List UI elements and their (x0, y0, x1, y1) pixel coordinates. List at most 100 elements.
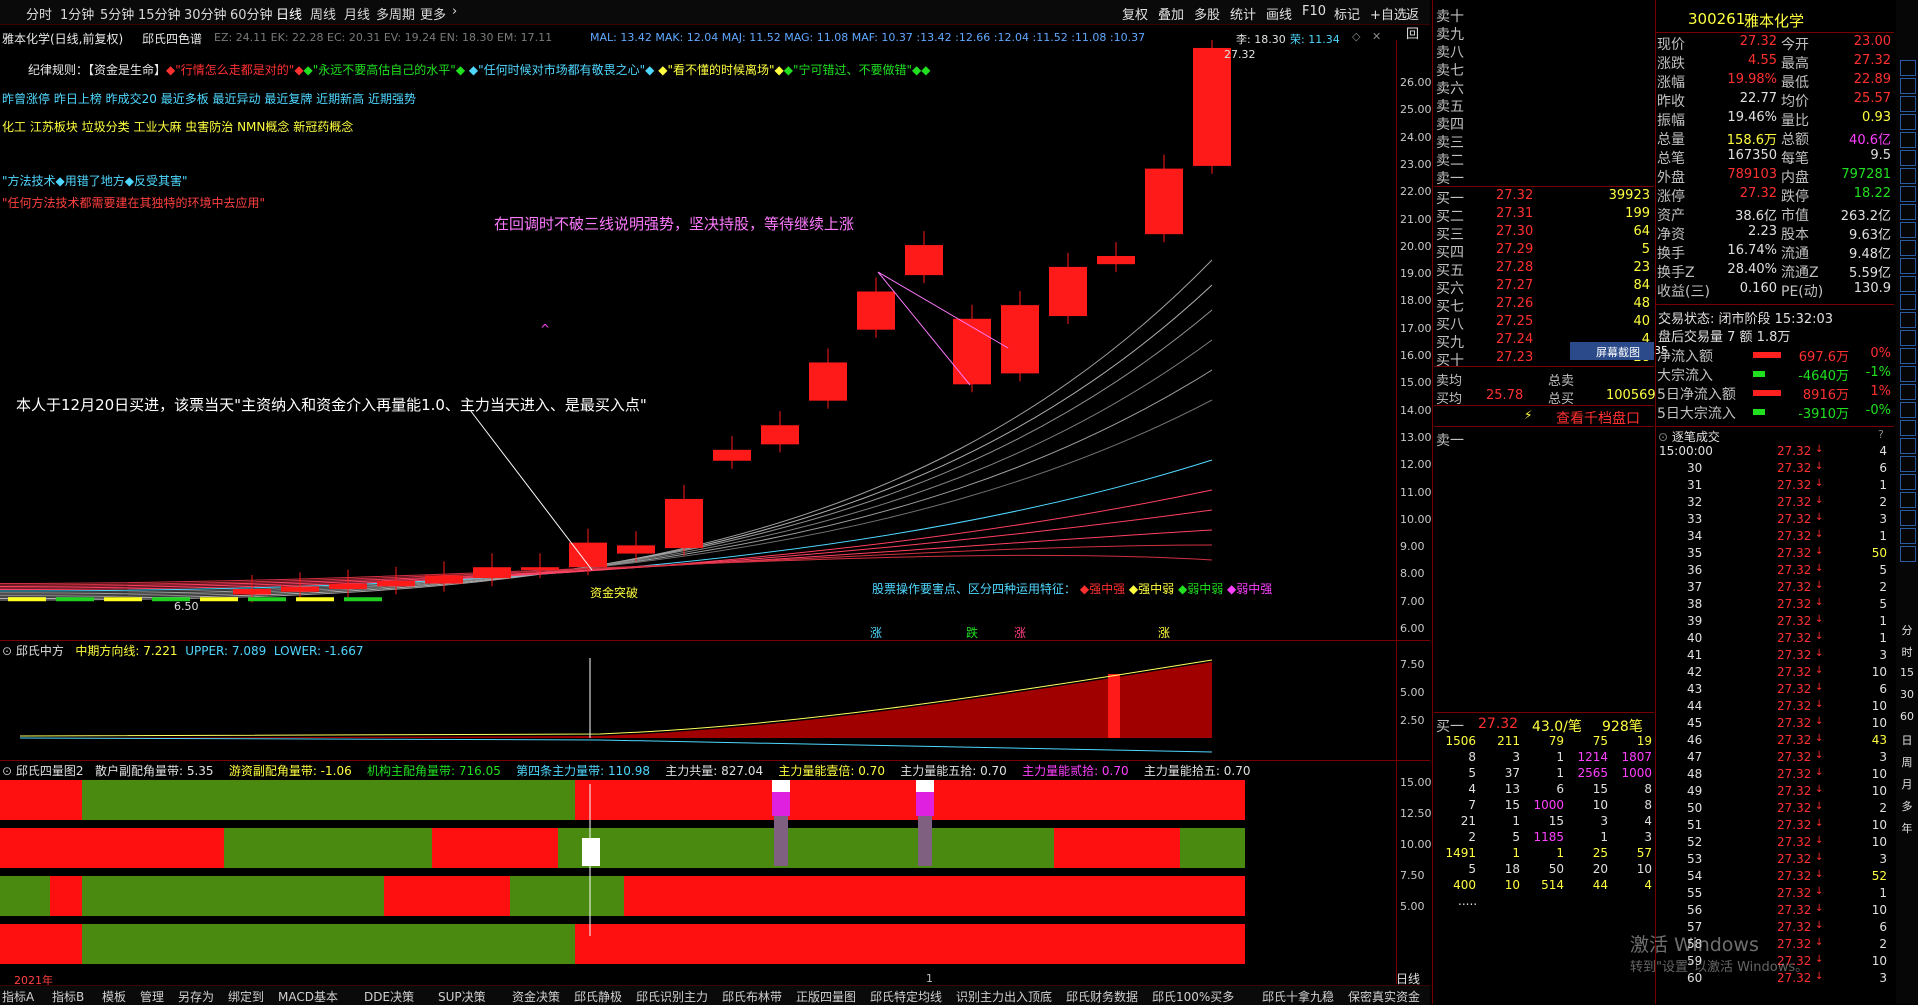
chart-tool-icon[interactable] (1900, 546, 1916, 562)
tab-more[interactable]: 更多 (420, 4, 446, 23)
period-shortcut[interactable]: 15 (1900, 666, 1914, 679)
chart-tool-icon[interactable] (1900, 60, 1916, 76)
chart-tool-icon[interactable] (1900, 474, 1916, 490)
chart-tool-icon[interactable] (1900, 438, 1916, 454)
chart-tool-icon[interactable] (1900, 258, 1916, 274)
candle[interactable] (344, 597, 382, 602)
screenshot-button[interactable]: 屏幕截图 (1570, 342, 1654, 360)
indicator-tab[interactable]: 识别主力出入顶底 (956, 988, 1052, 1005)
queue-cell: 1506 (1445, 734, 1476, 748)
quote-value: 158.6万 (1726, 133, 1777, 148)
indicator-tab[interactable]: 绑定到 (228, 988, 264, 1005)
buy-level-volume: 64 (1633, 224, 1650, 239)
direction-panel[interactable] (0, 656, 1395, 760)
period-shortcut[interactable]: 时 (1900, 644, 1914, 660)
help-icon[interactable]: ? (1878, 428, 1884, 441)
period-shortcut[interactable]: 分 (1900, 622, 1914, 638)
indicator-tab[interactable]: 正版四量图 (796, 988, 856, 1005)
multi-stock-button[interactable]: 多股 (1194, 4, 1220, 23)
chart-tool-icon[interactable] (1900, 456, 1916, 472)
indicator-tab[interactable]: 指标A (2, 988, 34, 1005)
tick-time: 54 (1687, 869, 1703, 883)
indicator-tab[interactable]: 邱氏财务数据 (1066, 988, 1138, 1005)
indicator-tab[interactable]: 模板 (102, 988, 126, 1005)
tab-30min[interactable]: 30分钟 (184, 4, 227, 23)
indicator-tab[interactable]: 邱氏识别主力 (636, 988, 708, 1005)
view-depth-button[interactable]: 查看千档盘口 (1556, 408, 1640, 428)
indicator-tab[interactable]: 保密真实资金 (1348, 988, 1420, 1005)
candle[interactable] (8, 597, 46, 602)
chart-tool-icon[interactable] (1900, 168, 1916, 184)
indicator-tab[interactable]: MACD基本 (278, 988, 338, 1005)
chart-tool-icon[interactable] (1900, 132, 1916, 148)
four-volume-panel[interactable] (0, 776, 1395, 972)
candle[interactable] (104, 597, 142, 602)
period-shortcut[interactable]: 周 (1900, 754, 1914, 770)
tab-fenshi[interactable]: 分时 (26, 4, 52, 23)
tab-daily[interactable]: 日线 (276, 4, 302, 23)
indicator-tab[interactable]: DDE决策 (364, 988, 414, 1005)
chart-tool-icon[interactable] (1900, 204, 1916, 220)
tab-1min[interactable]: 1分钟 (60, 4, 94, 23)
indicator-tab[interactable]: 邱氏十拿九稳 (1262, 988, 1334, 1005)
chart-tool-icon[interactable] (1900, 114, 1916, 130)
chart-tool-icon[interactable] (1900, 240, 1916, 256)
candle[interactable] (248, 597, 286, 602)
axis-tick: 12.00 (1400, 458, 1432, 472)
candle[interactable] (296, 597, 334, 602)
queue-cell: 10 (1592, 798, 1608, 812)
period-shortcut[interactable]: 60 (1900, 710, 1914, 723)
indicator-tab[interactable]: 资金决策 (512, 988, 560, 1005)
chart-tool-icon[interactable] (1900, 96, 1916, 112)
mark-3: 涨 (1014, 626, 1027, 640)
chart-tool-icon[interactable] (1900, 294, 1916, 310)
chart-tool-icon[interactable] (1900, 186, 1916, 202)
indicator-tab[interactable]: 管理 (140, 988, 164, 1005)
period-shortcut[interactable]: 30 (1900, 688, 1914, 701)
candle[interactable] (200, 597, 238, 602)
chart-tool-icon[interactable] (1900, 330, 1916, 346)
indicator-tab[interactable]: 另存为 (178, 988, 214, 1005)
chart-tool-icon[interactable] (1900, 366, 1916, 382)
indicator-tab[interactable]: 邱氏静极 (574, 988, 622, 1005)
restore-button[interactable]: 复权 (1122, 4, 1148, 23)
indicator-tab[interactable]: 指标B (52, 988, 84, 1005)
period-shortcut[interactable]: 年 (1900, 820, 1914, 836)
tab-weekly[interactable]: 周线 (310, 4, 336, 23)
period-shortcut[interactable]: 月 (1900, 776, 1914, 792)
candle[interactable] (56, 597, 94, 602)
chart-tool-icon[interactable] (1900, 402, 1916, 418)
chart-tool-icon[interactable] (1900, 312, 1916, 328)
mark-button[interactable]: 标记 (1334, 4, 1360, 23)
period-shortcut[interactable]: 日 (1900, 732, 1914, 748)
draw-button[interactable]: 画线 (1266, 4, 1292, 23)
chart-tool-icon[interactable] (1900, 348, 1916, 364)
indicator-tab[interactable]: 邱氏特定均线 (870, 988, 942, 1005)
tab-monthly[interactable]: 月线 (344, 4, 370, 23)
down-arrow-icon: ↓ (1815, 733, 1824, 744)
tab-60min[interactable]: 60分钟 (230, 4, 273, 23)
chart-tool-icon[interactable] (1900, 528, 1916, 544)
chart-tool-icon[interactable] (1900, 510, 1916, 526)
indicator-tab[interactable]: SUP决策 (438, 988, 486, 1005)
chart-tool-icon[interactable] (1900, 276, 1916, 292)
chart-tool-icon[interactable] (1900, 420, 1916, 436)
indicator-tab[interactable]: 邱氏布林带 (722, 988, 782, 1005)
chart-tool-icon[interactable] (1900, 222, 1916, 238)
chevron-right-icon[interactable]: › (452, 4, 457, 19)
candlestick-chart[interactable] (0, 40, 1395, 640)
chart-tool-icon[interactable] (1900, 78, 1916, 94)
quote-label: 收益(三) (1657, 284, 1710, 300)
tab-multi[interactable]: 多周期 (376, 4, 415, 23)
tick-time: 43 (1687, 682, 1703, 696)
f10-button[interactable]: F10 (1302, 4, 1326, 19)
tab-15min[interactable]: 15分钟 (138, 4, 181, 23)
indicator-tab[interactable]: 邱氏100%买多 (1152, 988, 1234, 1005)
chart-tool-icon[interactable] (1900, 492, 1916, 508)
chart-tool-icon[interactable] (1900, 150, 1916, 166)
tab-5min[interactable]: 5分钟 (100, 4, 134, 23)
overlay-button[interactable]: 叠加 (1158, 4, 1184, 23)
period-shortcut[interactable]: 多 (1900, 798, 1914, 814)
stats-button[interactable]: 统计 (1230, 4, 1256, 23)
chart-tool-icon[interactable] (1900, 384, 1916, 400)
